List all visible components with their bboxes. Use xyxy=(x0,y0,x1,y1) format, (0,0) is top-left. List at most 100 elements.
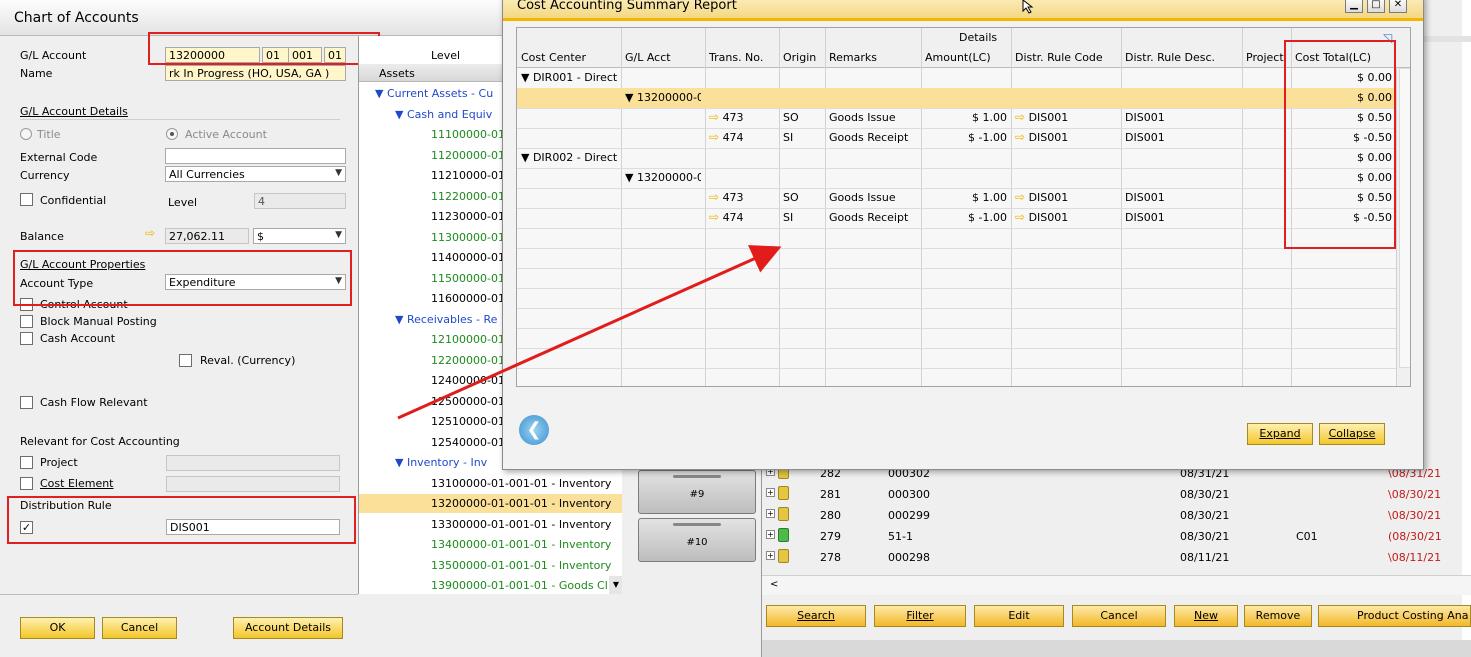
cash-flow-checkbox[interactable] xyxy=(20,396,33,409)
link-arrow-icon[interactable]: ⇨ xyxy=(709,130,719,144)
gl-account-field[interactable]: 13200000 xyxy=(165,47,260,63)
tree-item[interactable]: 13400000-01-001-01 - Inventory xyxy=(359,535,622,554)
gl-segment-2-field[interactable]: 001 xyxy=(288,47,322,63)
tree-item[interactable]: 13300000-01-001-01 - Inventory xyxy=(359,515,622,534)
name-field[interactable]: rk In Progress (HO, USA, GA ) xyxy=(165,65,346,81)
product-costing-button[interactable]: Product Costing Ana xyxy=(1318,605,1471,627)
expand-button[interactable]: Expand xyxy=(1247,423,1313,445)
document-row[interactable]: +281 000300 08/30/21 \08/30/21 xyxy=(764,484,1471,504)
cell-remarks xyxy=(829,148,917,168)
tree-item[interactable]: 13100000-01-001-01 - Inventory xyxy=(359,474,622,493)
reval-checkbox[interactable] xyxy=(179,354,192,367)
grid-row-line xyxy=(517,228,1397,229)
currency-dropdown[interactable]: All Currencies xyxy=(165,166,346,182)
document-row[interactable]: +278 000298 08/11/21 \08/11/21 xyxy=(764,547,1471,567)
account-type-dropdown[interactable]: Expenditure xyxy=(165,274,346,290)
column-header-cost-total[interactable]: Cost Total(LC) xyxy=(1291,48,1396,68)
link-arrow-icon[interactable]: ⇨ xyxy=(1015,190,1025,204)
new-button[interactable]: New xyxy=(1174,605,1238,627)
tree-item[interactable]: 13200000-01-001-01 - Inventory xyxy=(359,494,622,513)
link-arrow-icon[interactable]: ⇨ xyxy=(1015,130,1025,144)
account-details-button[interactable]: Account Details xyxy=(233,617,343,639)
balance-currency-dropdown[interactable]: $ xyxy=(253,228,346,244)
cell-distr-rule-code: ⇨ DIS001 xyxy=(1015,190,1069,204)
minimize-icon[interactable]: ▁ xyxy=(1345,0,1363,13)
project-checkbox[interactable] xyxy=(20,456,33,469)
tree-item[interactable]: 13500000-01-001-01 - Inventory xyxy=(359,556,622,575)
details-header: Details xyxy=(959,31,998,44)
dialog-title: Cost Accounting Summary Report xyxy=(503,0,1423,21)
cell-project xyxy=(1246,208,1287,228)
cell-cost-total: $ 0.00 xyxy=(1357,151,1392,164)
link-arrow-icon[interactable]: ⇨ xyxy=(709,210,719,224)
link-arrow-icon[interactable]: ⇨ xyxy=(709,190,719,204)
control-account-checkbox[interactable] xyxy=(20,298,33,311)
row-date: 08/30/21 xyxy=(1180,509,1230,522)
row-date: 08/30/21 xyxy=(1180,488,1230,501)
column-header-distr-rule-code[interactable]: Distr. Rule Code xyxy=(1011,48,1121,68)
distribution-rule-field[interactable]: DIS001 xyxy=(166,519,340,535)
search-button[interactable]: Search xyxy=(766,605,866,627)
cell-distr-rule-desc: DIS001 xyxy=(1125,191,1165,204)
expand-row-icon[interactable]: + xyxy=(766,551,775,560)
expand-grid-icon[interactable]: ◹ xyxy=(1383,31,1392,45)
expand-row-icon[interactable]: + xyxy=(766,530,775,539)
back-icon[interactable]: ❮ xyxy=(519,415,549,445)
remove-button[interactable]: Remove xyxy=(1244,605,1312,627)
cell-amount xyxy=(925,88,1007,108)
cell-remarks: Goods Receipt xyxy=(829,131,909,144)
expand-row-icon[interactable]: + xyxy=(766,488,775,497)
report-grid[interactable]: Details ◹ Cost Center G/L Acct Trans. No. O… xyxy=(516,27,1411,387)
cell-amount: $ -1.00 xyxy=(968,131,1007,144)
cost-element-checkbox[interactable] xyxy=(20,477,33,490)
external-code-field[interactable] xyxy=(165,148,346,164)
document-row[interactable]: +279 51-1 08/30/21 C01 (08/30/21 xyxy=(764,526,1471,546)
properties-heading: G/L Account Properties xyxy=(20,258,146,271)
cell-gl-acct: ▼ 13200000-01 xyxy=(625,171,701,184)
tree-item[interactable]: 13900000-01-001-01 - Goods Cl xyxy=(359,576,622,594)
drawer-9[interactable]: #9 xyxy=(638,470,756,514)
title-radio[interactable] xyxy=(20,128,32,140)
column-header-origin[interactable]: Origin xyxy=(779,48,825,68)
column-header-remarks[interactable]: Remarks xyxy=(825,48,921,68)
cell-origin: SO xyxy=(783,191,799,204)
confidential-checkbox[interactable] xyxy=(20,193,33,206)
close-icon[interactable]: ✕ xyxy=(1389,0,1407,13)
gl-segment-3-field[interactable]: 01 xyxy=(324,47,346,63)
cell-trans-no: ⇨ 473 xyxy=(709,190,744,204)
column-header-gl-acct[interactable]: G/L Acct xyxy=(621,48,705,68)
column-header-amount[interactable]: Amount(LC) xyxy=(921,48,1011,68)
cancel-button[interactable]: Cancel xyxy=(102,617,177,639)
link-arrow-icon[interactable]: ⇨ xyxy=(1015,210,1025,224)
column-header-trans-no[interactable]: Trans. No. xyxy=(705,48,779,68)
column-header-project[interactable]: Project xyxy=(1242,48,1291,68)
scroll-left-icon[interactable]: < xyxy=(770,579,778,590)
row-number: 279 xyxy=(820,530,841,543)
scroll-thumb[interactable] xyxy=(1399,68,1410,368)
block-manual-checkbox[interactable] xyxy=(20,315,33,328)
tree-scroll-down-icon[interactable]: ▼ xyxy=(609,576,622,594)
grid-scrollbar[interactable] xyxy=(1396,68,1410,386)
link-arrow-icon[interactable]: ⇨ xyxy=(1015,110,1025,124)
column-header-cost-center[interactable]: Cost Center xyxy=(517,48,621,68)
row-document: 51-1 xyxy=(888,530,913,543)
ok-button[interactable]: OK xyxy=(20,617,95,639)
link-arrow-icon[interactable]: ⇨ xyxy=(145,226,155,240)
cell-trans-no xyxy=(709,88,775,108)
collapse-button[interactable]: Collapse xyxy=(1319,423,1385,445)
cell-distr-rule-desc xyxy=(1125,168,1238,188)
cell-trans-no xyxy=(709,68,775,88)
link-arrow-icon[interactable]: ⇨ xyxy=(709,110,719,124)
column-header-distr-rule-desc[interactable]: Distr. Rule Desc. xyxy=(1121,48,1242,68)
maximize-icon[interactable]: □ xyxy=(1367,0,1385,13)
filter-button[interactable]: Filter xyxy=(874,605,966,627)
cash-account-checkbox[interactable] xyxy=(20,332,33,345)
distribution-rule-checkbox[interactable]: ✓ xyxy=(20,521,33,534)
edit-button[interactable]: Edit xyxy=(974,605,1064,627)
active-account-radio[interactable] xyxy=(166,128,178,140)
cancel-list-button[interactable]: Cancel xyxy=(1072,605,1166,627)
horizontal-scrollbar[interactable]: < xyxy=(762,575,1471,595)
document-row[interactable]: +280 000299 08/30/21 \08/30/21 xyxy=(764,505,1471,525)
drawer-10[interactable]: #10 xyxy=(638,518,756,562)
expand-row-icon[interactable]: + xyxy=(766,509,775,518)
